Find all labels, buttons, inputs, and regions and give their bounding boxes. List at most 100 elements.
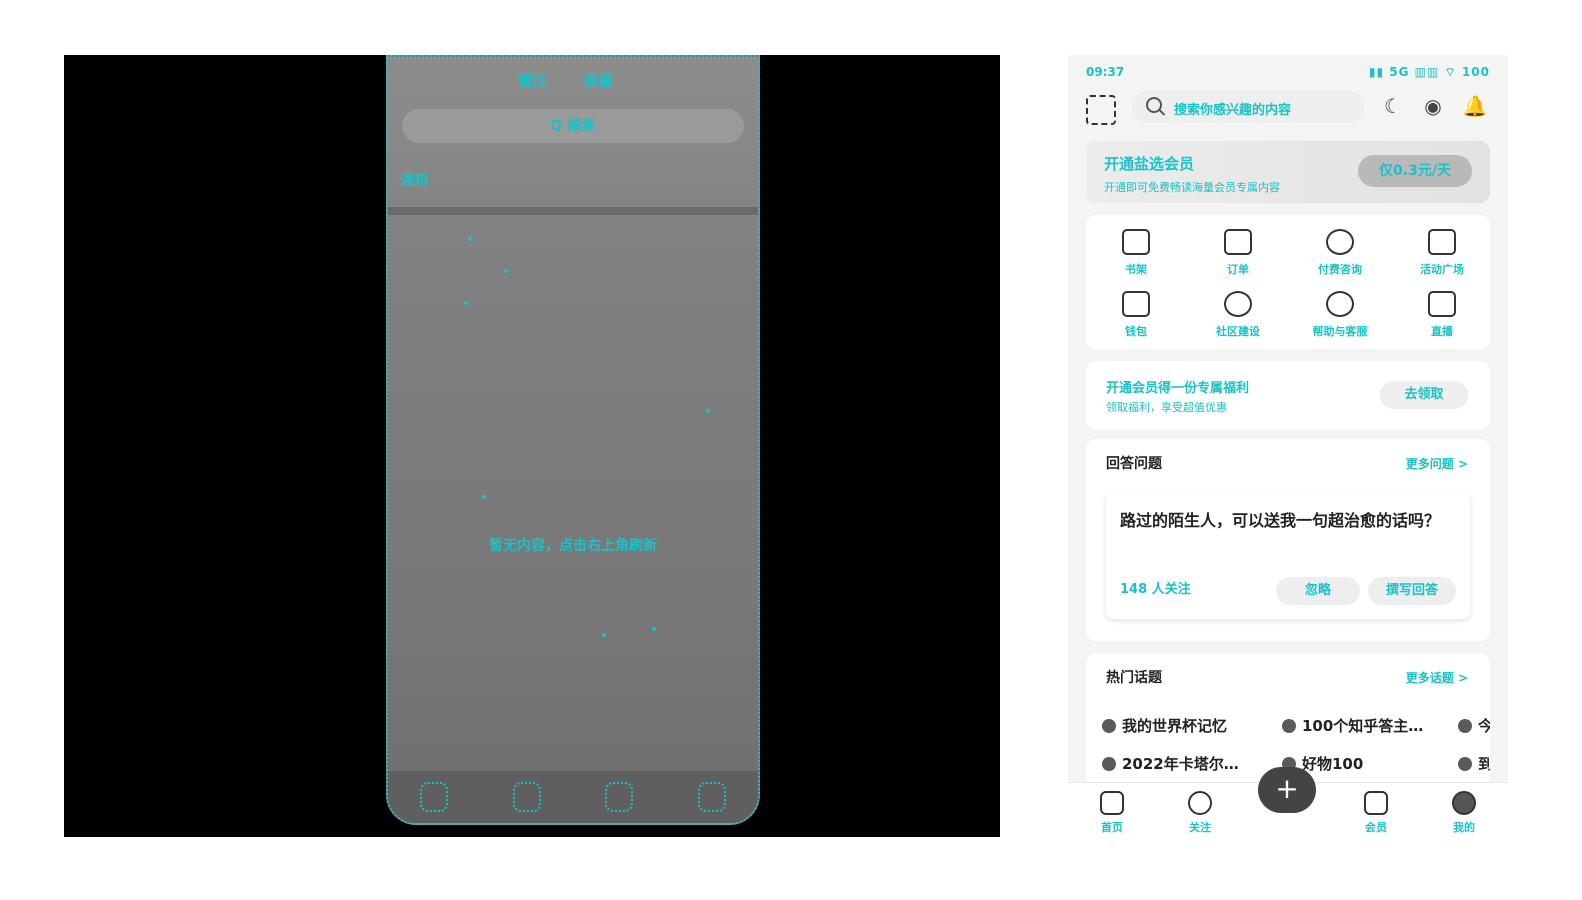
topic-item[interactable]: 100个知乎答主… xyxy=(1282,715,1423,736)
nav-label: 关注 xyxy=(1189,821,1211,834)
follow-icon xyxy=(1188,791,1212,815)
nav-me[interactable]: 我的 xyxy=(1434,791,1494,835)
topic-item[interactable]: 我的世界杯记忆 xyxy=(1102,715,1227,736)
annotation-dot xyxy=(652,627,656,631)
moon-icon[interactable]: ☾ xyxy=(1380,93,1406,119)
headset-icon xyxy=(1326,291,1354,317)
grid-label: 书架 xyxy=(1125,263,1147,276)
topic-item[interactable]: 2022年卡塔尔… xyxy=(1102,753,1239,774)
preview-tab-bar: 關注 推薦 xyxy=(388,65,758,97)
vip-price-button[interactable]: 仅0.3元/天 xyxy=(1358,155,1472,187)
invite-card[interactable]: 开通会员得一份专属福利 领取福利，享受超值优惠 去领取 xyxy=(1086,361,1490,429)
grid-item-community[interactable]: 社区建设 xyxy=(1198,291,1278,339)
grid-label: 活动广场 xyxy=(1420,263,1464,276)
flag-icon xyxy=(1428,229,1456,255)
create-post-button[interactable]: + xyxy=(1258,767,1316,813)
bottom-nav: 首页 关注 + 会员 我的 xyxy=(1068,767,1508,845)
annotation-dot xyxy=(468,237,472,241)
search-icon xyxy=(1146,97,1162,113)
preview-tab-recommend[interactable]: 推薦 xyxy=(584,71,614,91)
community-icon xyxy=(1224,291,1252,317)
topic-bubble-icon xyxy=(1458,719,1472,733)
nav-home[interactable]: 首页 xyxy=(1082,791,1142,835)
grid-label: 付费咨询 xyxy=(1318,263,1362,276)
nav-follow[interactable]: 关注 xyxy=(1170,791,1230,835)
preview-divider xyxy=(388,207,758,215)
answer-questions-card: 回答问题 更多问题 > 路过的陌生人，可以送我一句超治愈的话吗？ 148 人关注… xyxy=(1086,439,1490,641)
preview-nav-me-icon[interactable] xyxy=(697,782,726,812)
feature-grid: 书架 订单 付费咨询 活动广场 钱包 社区建设 帮助与客服 直播 xyxy=(1086,215,1490,349)
nav-vip[interactable]: 会员 xyxy=(1346,791,1406,835)
grid-item-bookshelf[interactable]: 书架 xyxy=(1096,229,1176,277)
status-icons: ▮▮ 5G ▥▥ ⌔ 100 xyxy=(1368,65,1490,79)
grayscale-phone-preview: 關注 推薦 Q 搜索 通知 暂无内容，点击右上角刷新 xyxy=(386,55,760,825)
grid-item-activities[interactable]: 活动广场 xyxy=(1402,229,1482,277)
invite-subtitle: 领取福利，享受超值优惠 xyxy=(1106,401,1227,414)
question-card[interactable]: 路过的陌生人，可以送我一句超治愈的话吗？ 148 人关注 忽略 撰写回答 xyxy=(1106,491,1470,619)
search-input[interactable]: 搜索你感兴趣的内容 xyxy=(1132,91,1364,123)
preview-empty-text: 暂无内容，点击右上角刷新 xyxy=(489,538,657,554)
vip-promo-card[interactable]: 开通盐选会员 开通即可免费畅读海量会员专属内容 仅0.3元/天 xyxy=(1086,141,1490,203)
annotation-dot xyxy=(602,633,606,637)
preview-tab-follow[interactable]: 關注 xyxy=(518,71,548,91)
grid-item-wallet[interactable]: 钱包 xyxy=(1096,291,1176,339)
preview-nav-home-icon[interactable] xyxy=(420,782,449,812)
nav-label: 会员 xyxy=(1365,821,1387,834)
preview-nav-vip-icon[interactable] xyxy=(605,782,634,812)
ignore-button[interactable]: 忽略 xyxy=(1276,577,1360,605)
grid-label: 直播 xyxy=(1431,325,1453,338)
grid-item-live[interactable]: 直播 xyxy=(1402,291,1482,339)
topic-item[interactable]: 今 xyxy=(1458,715,1490,736)
section-title: 回答问题 xyxy=(1106,456,1162,472)
nav-label: 我的 xyxy=(1453,821,1475,834)
bag-icon xyxy=(1224,229,1252,255)
phone-screen: 09:37 ▮▮ 5G ▥▥ ⌔ 100 搜索你感兴趣的内容 ☾ ◉ 🔔 开通盐… xyxy=(1068,55,1508,845)
topic-bubble-icon xyxy=(1458,757,1472,771)
preview-nav-follow-icon[interactable] xyxy=(512,782,541,812)
vip-icon xyxy=(1364,791,1388,815)
preview-notice-row[interactable]: 通知 xyxy=(400,165,746,197)
vip-subtitle: 开通即可免费畅读海量会员专属内容 xyxy=(1104,181,1280,194)
section-title: 热门话题 xyxy=(1106,670,1162,686)
camera-icon[interactable]: ◉ xyxy=(1420,93,1446,119)
bell-icon[interactable]: 🔔 xyxy=(1462,93,1488,119)
vip-title: 开通盐选会员 xyxy=(1104,155,1195,173)
home-icon xyxy=(1100,791,1124,815)
bookshelf-icon xyxy=(1122,229,1150,255)
question-text[interactable]: 路过的陌生人，可以送我一句超治愈的话吗？ xyxy=(1120,509,1456,533)
search-placeholder: 搜索你感兴趣的内容 xyxy=(1174,103,1292,118)
grid-item-help[interactable]: 帮助与客服 xyxy=(1300,291,1380,339)
annotation-dot xyxy=(706,409,710,413)
annotation-dot xyxy=(504,269,508,273)
grid-item-consult[interactable]: 付费咨询 xyxy=(1300,229,1380,277)
annotation-dot xyxy=(464,301,468,305)
invite-button[interactable]: 去领取 xyxy=(1380,381,1468,409)
more-topics-link[interactable]: 更多话题 > xyxy=(1406,669,1468,686)
topic-item[interactable]: 到 xyxy=(1458,753,1490,774)
grid-item-orders[interactable]: 订单 xyxy=(1198,229,1278,277)
write-answer-button[interactable]: 撰写回答 xyxy=(1368,577,1456,605)
scan-icon[interactable] xyxy=(1086,95,1116,125)
topic-bubble-icon xyxy=(1102,719,1116,733)
grid-label: 钱包 xyxy=(1125,325,1147,338)
annotation-dot xyxy=(482,495,486,499)
left-preview-panel: 關注 推薦 Q 搜索 通知 暂无内容，点击右上角刷新 xyxy=(64,55,1000,837)
consult-icon xyxy=(1326,229,1354,255)
grid-label: 帮助与客服 xyxy=(1312,325,1368,338)
live-icon xyxy=(1428,291,1456,317)
nav-label: 首页 xyxy=(1101,821,1123,834)
avatar-icon xyxy=(1452,791,1476,815)
grid-label: 订单 xyxy=(1227,263,1249,276)
topic-bubble-icon xyxy=(1282,719,1296,733)
grid-label: 社区建设 xyxy=(1216,325,1260,338)
invite-title: 开通会员得一份专属福利 xyxy=(1106,381,1250,396)
status-bar: 09:37 ▮▮ 5G ▥▥ ⌔ 100 xyxy=(1086,63,1490,83)
top-bar: 搜索你感兴趣的内容 ☾ ◉ 🔔 xyxy=(1086,91,1490,127)
status-time: 09:37 xyxy=(1086,65,1125,79)
wallet-icon xyxy=(1122,291,1150,317)
question-followers: 148 人关注 xyxy=(1120,582,1191,597)
preview-search-bar[interactable]: Q 搜索 xyxy=(402,109,744,143)
preview-bottom-nav xyxy=(388,771,758,823)
topic-bubble-icon xyxy=(1102,757,1116,771)
more-questions-link[interactable]: 更多问题 > xyxy=(1406,455,1468,472)
